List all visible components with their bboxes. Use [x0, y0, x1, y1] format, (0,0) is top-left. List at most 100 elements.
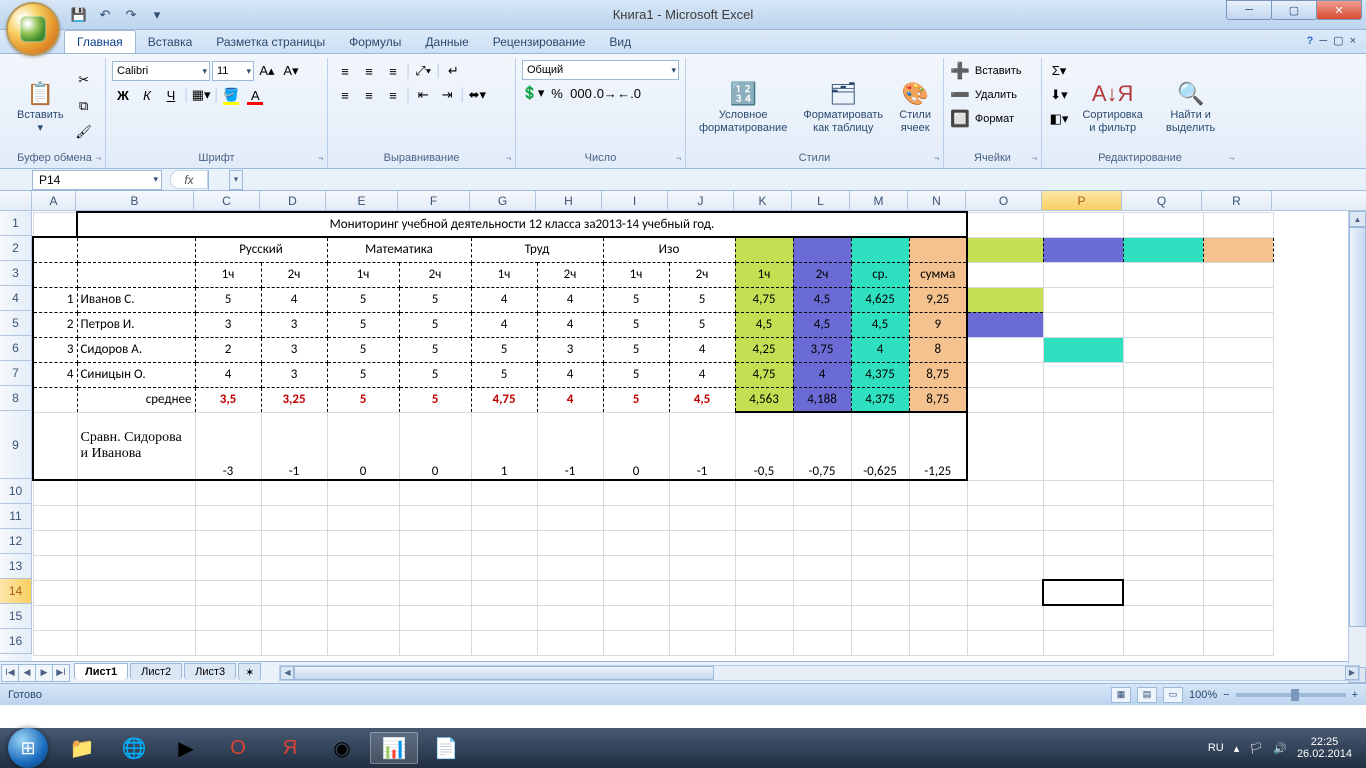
grade-cell[interactable]: 4 [195, 362, 261, 387]
grade-cell[interactable]: 5 [471, 362, 537, 387]
quarter-header[interactable]: 2ч [537, 262, 603, 287]
bold-button[interactable]: Ж [112, 84, 134, 106]
col-header[interactable]: F [398, 191, 470, 210]
mdi-minimize[interactable]: ─ [1319, 35, 1327, 47]
opera-icon[interactable]: O [214, 732, 262, 764]
grade-cell[interactable]: 5 [603, 287, 669, 312]
grade-cell[interactable]: 4 [471, 287, 537, 312]
student-num[interactable]: 2 [33, 312, 77, 337]
summary-cell[interactable]: 8 [909, 337, 967, 362]
name-box[interactable]: P14 [32, 170, 162, 190]
summary-cell[interactable]: 9,25 [909, 287, 967, 312]
hscroll-thumb[interactable] [294, 666, 714, 680]
col-header[interactable]: M [850, 191, 908, 210]
qat-customize[interactable]: ▾ [146, 4, 168, 26]
cell-styles-button[interactable]: 🎨Стили ячеек [892, 60, 938, 152]
fill-button[interactable]: ⬇▾ [1048, 84, 1070, 106]
chrome-icon[interactable]: ◉ [318, 732, 366, 764]
col-header[interactable]: N [908, 191, 966, 210]
col-header[interactable]: K [734, 191, 792, 210]
number-format-combo[interactable]: Общий [522, 60, 679, 80]
paste-button[interactable]: 📋 Вставить▾ [10, 74, 71, 137]
grade-cell[interactable]: 5 [327, 362, 399, 387]
quarter-header[interactable]: 1ч [327, 262, 399, 287]
summary-header[interactable]: 1ч [735, 262, 793, 287]
quarter-header[interactable]: 2ч [399, 262, 471, 287]
row-header[interactable]: 7 [0, 361, 32, 386]
row-header[interactable]: 6 [0, 336, 32, 361]
orientation-button[interactable]: ⤢▾ [412, 60, 434, 82]
thousand-sep-button[interactable]: 000 [570, 82, 592, 104]
average-summary[interactable]: 8,75 [909, 387, 967, 412]
font-size-combo[interactable]: 11 [212, 61, 254, 81]
ie-icon[interactable]: 🌐 [110, 732, 158, 764]
compare-cell[interactable]: -1 [669, 412, 735, 480]
grade-cell[interactable]: 4 [261, 287, 327, 312]
insert-cells-button[interactable]: Вставить [974, 60, 1023, 82]
student-num[interactable]: 4 [33, 362, 77, 387]
col-header[interactable]: E [326, 191, 398, 210]
format-as-table-button[interactable]: 🗂Форматировать как таблицу [796, 60, 890, 152]
col-header[interactable]: I [602, 191, 668, 210]
border-button[interactable]: ▦▾ [190, 84, 212, 106]
grade-cell[interactable]: 5 [195, 287, 261, 312]
prev-sheet-button[interactable]: ◀ [18, 664, 36, 682]
percent-button[interactable]: % [546, 82, 568, 104]
tab-view[interactable]: Вид [597, 31, 643, 53]
row-header[interactable]: 4 [0, 286, 32, 311]
summary-header[interactable]: ср. [851, 262, 909, 287]
compare-cell[interactable]: -1 [537, 412, 603, 480]
italic-button[interactable]: К [136, 84, 158, 106]
shrink-font-button[interactable]: A▾ [280, 60, 302, 82]
sheet-tab[interactable]: Лист1 [74, 663, 128, 680]
summary-cell[interactable]: 4 [851, 337, 909, 362]
align-bottom-button[interactable]: ≡ [382, 60, 404, 82]
copy-button[interactable]: ⧉ [73, 95, 95, 117]
align-middle-button[interactable]: ≡ [358, 60, 380, 82]
tab-data[interactable]: Данные [413, 31, 480, 53]
tab-page-layout[interactable]: Разметка страницы [204, 31, 337, 53]
wrap-text-button[interactable]: ↵ [442, 60, 464, 82]
summary-cell[interactable]: 3,75 [793, 337, 851, 362]
col-header[interactable]: O [966, 191, 1042, 210]
autosum-button[interactable]: Σ▾ [1048, 60, 1070, 82]
vertical-scrollbar[interactable]: ▲ ▼ [1348, 211, 1366, 661]
quarter-header[interactable]: 1ч [471, 262, 537, 287]
start-button[interactable]: ⊞ [8, 728, 48, 768]
summary-cell[interactable]: 4,75 [735, 287, 793, 312]
maximize-button[interactable]: ▢ [1271, 0, 1317, 20]
row-header[interactable]: 2 [0, 236, 32, 261]
font-color-button[interactable]: A [244, 84, 266, 106]
grade-cell[interactable]: 5 [399, 312, 471, 337]
summary-cell[interactable]: 4,5 [793, 312, 851, 337]
find-select-button[interactable]: 🔍Найти и выделить [1155, 60, 1226, 152]
average-summary[interactable]: 4,375 [851, 387, 909, 412]
align-center-button[interactable]: ≡ [358, 84, 380, 106]
summary-cell[interactable]: 4,25 [735, 337, 793, 362]
compare-summary[interactable]: -0,75 [793, 412, 851, 480]
page-break-view-button[interactable]: ▭ [1163, 687, 1183, 703]
average-cell[interactable]: 5 [603, 387, 669, 412]
grade-cell[interactable]: 4 [669, 362, 735, 387]
grade-cell[interactable]: 5 [327, 337, 399, 362]
col-header[interactable]: R [1202, 191, 1272, 210]
increase-decimal-button[interactable]: .0→ [594, 82, 616, 104]
format-painter-button[interactable]: 🖌 [73, 121, 95, 143]
sort-filter-button[interactable]: А↓ЯСортировка и фильтр [1072, 60, 1153, 152]
compare-cell[interactable]: 1 [471, 412, 537, 480]
grade-cell[interactable]: 5 [471, 337, 537, 362]
col-header[interactable]: J [668, 191, 734, 210]
normal-view-button[interactable]: ▦ [1111, 687, 1131, 703]
summary-header[interactable]: 2ч [793, 262, 851, 287]
scroll-left-arrow[interactable]: ◀ [280, 666, 294, 680]
grade-cell[interactable]: 4 [537, 287, 603, 312]
underline-button[interactable]: Ч [160, 84, 182, 106]
compare-summary[interactable]: -1,25 [909, 412, 967, 480]
qat-save[interactable]: 💾 [68, 4, 90, 26]
zoom-percent[interactable]: 100% [1189, 689, 1217, 701]
col-header[interactable]: A [32, 191, 76, 210]
grade-cell[interactable]: 4 [537, 312, 603, 337]
grade-cell[interactable]: 4 [537, 362, 603, 387]
explorer-icon[interactable]: 📁 [58, 732, 106, 764]
row-header[interactable]: 15 [0, 604, 32, 629]
